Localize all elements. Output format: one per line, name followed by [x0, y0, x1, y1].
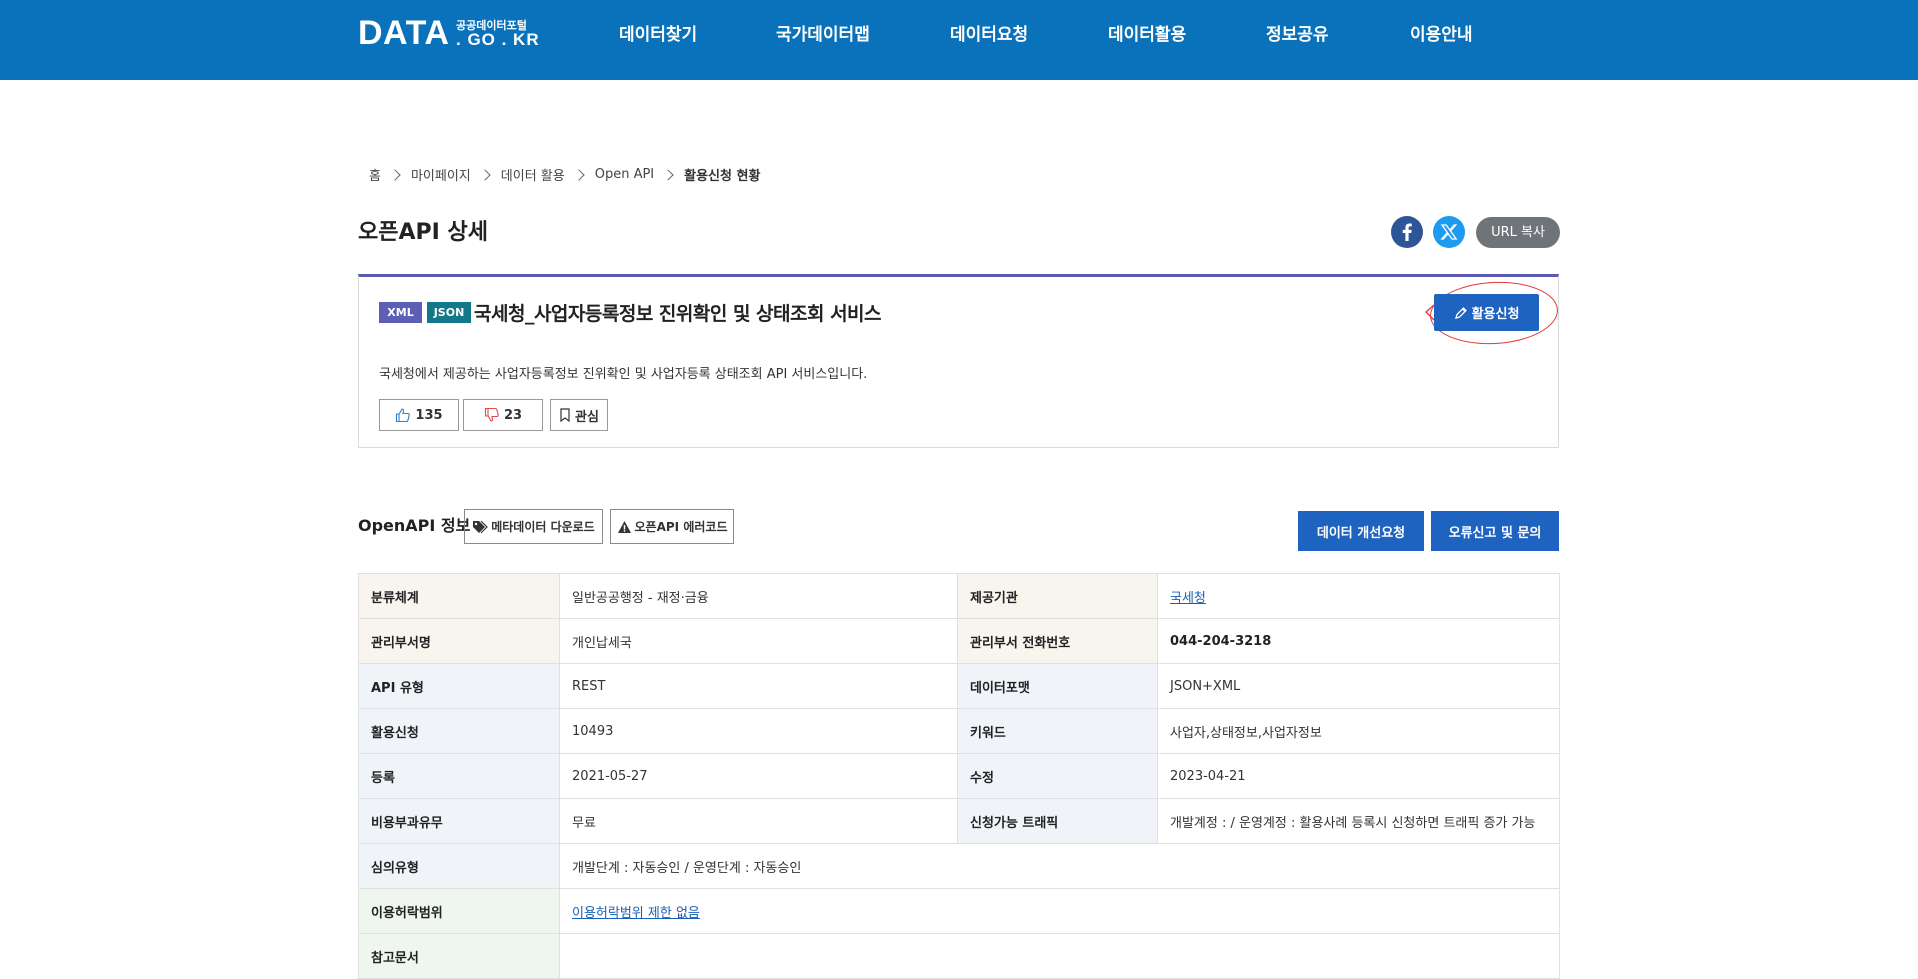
format-badge-xml: XML — [379, 302, 422, 323]
table-header-cell: 관리부서 전화번호 — [957, 618, 1158, 664]
breadcrumb-home[interactable]: 홈 — [369, 165, 381, 184]
data-improve-request-button[interactable]: 데이터 개선요청 — [1298, 511, 1424, 551]
api-description: 국세청에서 제공하는 사업자등록정보 진위확인 및 사업자등록 상태조회 API… — [379, 367, 868, 382]
error-report-inquiry-button[interactable]: 오류신고 및 문의 — [1431, 511, 1559, 551]
error-code-label: 오픈API 에러코드 — [634, 520, 728, 534]
logo-domain-text: . GO . KR — [456, 30, 540, 49]
like-count: 135 — [415, 407, 443, 423]
table-row: 비용부과유무 무료 신청가능 트래픽 개발계정 : / 운영계정 : 활용사례 … — [358, 798, 1560, 844]
table-cell: 개발단계 : 자동승인 / 운영단계 : 자동승인 — [559, 843, 1560, 889]
table-header-cell: 제공기관 — [957, 573, 1158, 619]
table-header-cell: 관리부서명 — [358, 618, 560, 664]
nav-national-data-map[interactable]: 국가데이터맵 — [776, 20, 870, 45]
table-cell: 2023-04-21 — [1157, 753, 1560, 799]
nav-info-share[interactable]: 정보공유 — [1266, 20, 1329, 45]
table-header-cell: 분류체계 — [358, 573, 560, 619]
bookmark-icon — [560, 408, 570, 422]
format-badge-json: JSON — [427, 302, 471, 323]
facebook-icon — [1402, 223, 1412, 241]
table-cell: 개인납세국 — [559, 618, 958, 664]
metadata-download-label: 메타데이터 다운로드 — [491, 520, 595, 534]
api-title: 국세청_사업자등록정보 진위확인 및 상태조회 서비스 — [474, 303, 882, 325]
table-row: 참고문서 — [358, 933, 1560, 979]
favorite-button[interactable]: 관심 — [550, 399, 608, 431]
x-share-button[interactable] — [1433, 216, 1465, 248]
apply-button-label: 활용신청 — [1471, 307, 1520, 322]
chevron-right-icon — [389, 168, 401, 181]
chevron-right-icon — [662, 168, 674, 181]
url-copy-button[interactable]: URL 복사 — [1476, 217, 1560, 248]
table-row: 관리부서명 개인납세국 관리부서 전화번호 044-204-3218 — [358, 618, 1560, 664]
table-row: 이용허락범위 이용허락범위 제한 없음 — [358, 888, 1560, 934]
top-header: DATA 공공데이터포털 . GO . KR 데이터찾기 국가데이터맵 데이터요… — [0, 0, 1918, 80]
apply-button[interactable]: 활용신청 — [1434, 294, 1539, 331]
nav-guide[interactable]: 이용안내 — [1410, 20, 1473, 45]
table-row: API 유형 REST 데이터포맷 JSON+XML — [358, 663, 1560, 709]
table-cell: 2021-05-27 — [559, 753, 958, 799]
table-header-cell: 이용허락범위 — [358, 888, 560, 934]
table-cell: 국세청 — [1157, 573, 1560, 619]
favorite-label: 관심 — [575, 409, 599, 425]
nav-data-request[interactable]: 데이터요청 — [950, 20, 1028, 45]
breadcrumb-open-api[interactable]: Open API — [595, 167, 654, 182]
provider-link[interactable]: 국세청 — [1170, 591, 1206, 606]
table-header-cell: API 유형 — [358, 663, 560, 709]
warning-icon — [617, 520, 631, 533]
table-row: 활용신청 10493 키워드 사업자,상태정보,사업자정보 — [358, 708, 1560, 754]
nav-data-usage[interactable]: 데이터활용 — [1108, 20, 1186, 45]
dislike-button[interactable]: 23 — [463, 399, 543, 431]
nav-find-data[interactable]: 데이터찾기 — [619, 20, 697, 45]
metadata-download-button[interactable]: 메타데이터 다운로드 — [464, 509, 603, 544]
pencil-icon — [1454, 306, 1467, 319]
breadcrumb-mypage[interactable]: 마이페이지 — [411, 165, 471, 184]
dislike-count: 23 — [503, 407, 523, 423]
table-cell: 10493 — [559, 708, 958, 754]
table-header-cell: 참고문서 — [358, 933, 560, 979]
openapi-info-table: 분류체계 일반공공행정 - 재정·금융 제공기관 국세청 관리부서명 개인납세국… — [358, 573, 1560, 979]
thumbs-up-icon — [396, 408, 411, 423]
table-cell: REST — [559, 663, 958, 709]
table-header-cell: 비용부과유무 — [358, 798, 560, 844]
table-row: 심의유형 개발단계 : 자동승인 / 운영단계 : 자동승인 — [358, 843, 1560, 889]
error-code-button[interactable]: 오픈API 에러코드 — [610, 509, 734, 544]
table-cell: JSON+XML — [1157, 663, 1560, 709]
thumbs-down-icon — [484, 407, 499, 422]
breadcrumb-current: 활용신청 현황 — [684, 169, 761, 184]
facebook-share-button[interactable] — [1391, 216, 1423, 248]
x-twitter-icon — [1440, 224, 1458, 240]
table-row: 등록 2021-05-27 수정 2023-04-21 — [358, 753, 1560, 799]
page-title: 오픈API 상세 — [358, 220, 488, 245]
table-header-cell: 신청가능 트래픽 — [957, 798, 1158, 844]
table-cell: 사업자,상태정보,사업자정보 — [1157, 708, 1560, 754]
chevron-right-icon — [573, 168, 585, 181]
table-cell: 무료 — [559, 798, 958, 844]
like-button[interactable]: 135 — [379, 399, 459, 431]
logo-data-text: DATA — [358, 14, 450, 52]
table-cell: 개발계정 : / 운영계정 : 활용사례 등록시 신청하면 트래픽 증가 가능 — [1157, 798, 1560, 844]
table-header-cell: 활용신청 — [358, 708, 560, 754]
breadcrumb-data-usage[interactable]: 데이터 활용 — [501, 165, 565, 184]
table-cell — [559, 933, 1560, 979]
table-cell: 이용허락범위 제한 없음 — [559, 888, 1560, 934]
table-cell: 일반공공행정 - 재정·금융 — [559, 573, 958, 619]
table-header-cell: 데이터포맷 — [957, 663, 1158, 709]
table-row: 분류체계 일반공공행정 - 재정·금융 제공기관 국세청 — [358, 573, 1560, 619]
breadcrumb: 홈 마이페이지 데이터 활용 Open API 활용신청 현황 — [369, 165, 760, 184]
table-header-cell: 수정 — [957, 753, 1158, 799]
table-header-cell: 키워드 — [957, 708, 1158, 754]
table-header-cell: 심의유형 — [358, 843, 560, 889]
table-cell: 044-204-3218 — [1157, 618, 1560, 664]
license-link[interactable]: 이용허락범위 제한 없음 — [572, 906, 700, 921]
openapi-info-title: OpenAPI 정보 — [358, 516, 471, 535]
table-header-cell: 등록 — [358, 753, 560, 799]
chevron-right-icon — [479, 168, 491, 181]
tags-icon — [473, 520, 489, 533]
